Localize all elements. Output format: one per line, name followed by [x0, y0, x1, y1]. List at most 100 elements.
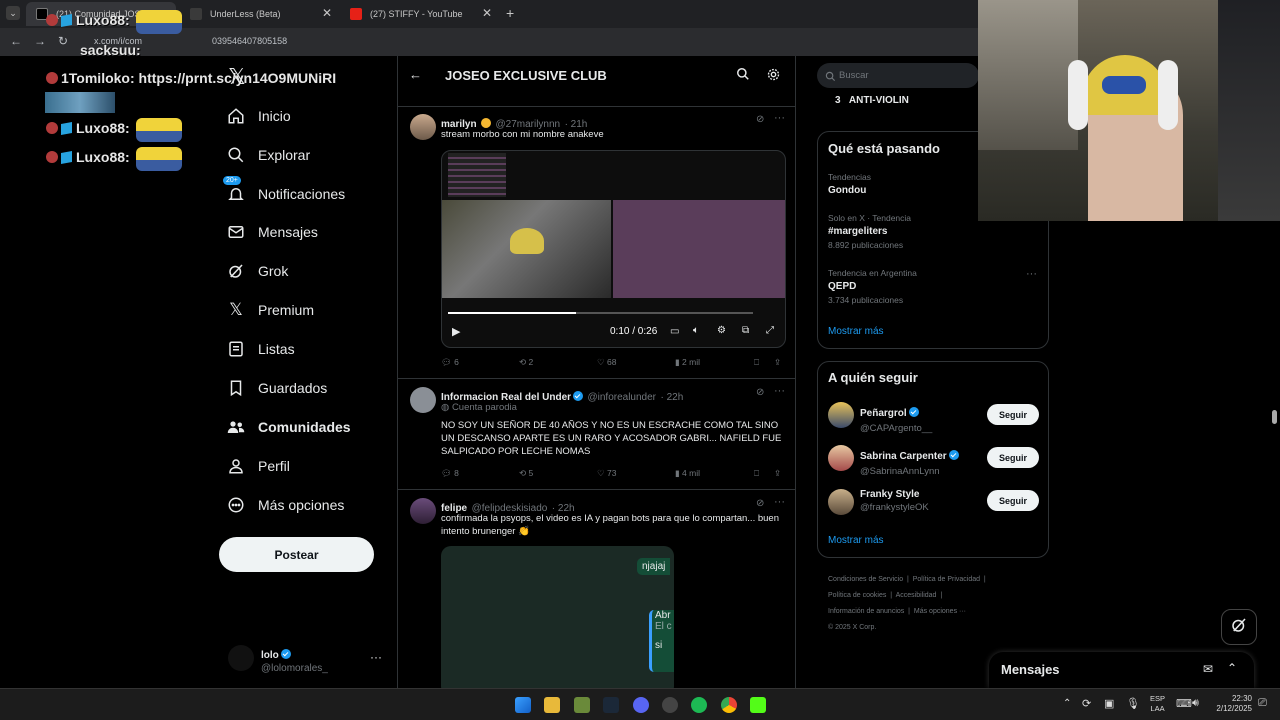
network-icon[interactable]: ⌨ — [1176, 697, 1192, 710]
footer-link[interactable]: Política de Privacidad — [913, 576, 980, 583]
nav-home[interactable]: Inicio — [226, 106, 291, 126]
avatar[interactable] — [410, 387, 436, 413]
forward-arrow-icon[interactable]: → — [34, 34, 46, 48]
settings-gear-icon[interactable]: ⚙ — [717, 325, 726, 336]
captions-icon[interactable]: ▭ — [670, 326, 679, 337]
search-icon[interactable] — [736, 67, 750, 86]
tweet-more-icon[interactable]: ··· — [774, 112, 785, 124]
volume-icon[interactable]: 🔊︎ — [1192, 697, 1199, 710]
avatar[interactable] — [410, 114, 436, 140]
follow-button[interactable]: Seguir — [987, 447, 1039, 468]
tweet-marilyn[interactable]: marilyn @27marilynnn · 21h ⊘ ··· stream … — [398, 108, 795, 378]
follow-suggestion[interactable]: Sabrina Carpenter @SabrinaAnnLynn — [860, 446, 959, 477]
close-tab-icon[interactable]: ✕ — [322, 6, 332, 20]
footer-link[interactable]: Más opciones ··· — [914, 608, 966, 615]
microphone-icon[interactable]: 🎙︎ — [1126, 697, 1140, 710]
avatar[interactable] — [410, 498, 436, 524]
follow-button[interactable]: Seguir — [987, 490, 1039, 511]
show-more-trends-link[interactable]: Mostrar más — [828, 326, 884, 337]
new-message-icon[interactable]: ✉ — [1203, 662, 1213, 676]
avatar[interactable] — [828, 489, 854, 515]
app-icon[interactable] — [574, 697, 590, 713]
bookmark-icon[interactable]: ⎕ — [754, 468, 759, 479]
follow-button[interactable]: Seguir — [987, 404, 1039, 425]
nav-notifications[interactable]: 20+ Notificaciones — [223, 176, 345, 204]
expand-chevron-icon[interactable]: ⌃ — [1227, 661, 1237, 675]
nav-more[interactable]: Más opciones — [226, 495, 344, 515]
spotify-icon[interactable] — [691, 697, 707, 713]
tweet-inforealunder[interactable]: Informacion Real del Under @inforealunde… — [398, 379, 795, 489]
back-arrow-icon[interactable]: ← — [409, 67, 422, 82]
trend-top-item[interactable]: 3 ANTI-VIOLIN — [835, 95, 909, 106]
nav-lists[interactable]: Listas — [226, 339, 295, 359]
search-input[interactable]: Buscar — [817, 63, 979, 88]
close-tab-icon[interactable]: ✕ — [482, 6, 492, 20]
clock[interactable]: 22:30 2/12/2025 — [1212, 694, 1252, 714]
views-button[interactable]: ▮ 2 mil — [675, 357, 700, 368]
follow-suggestion[interactable]: Franky Style @frankystyleOK — [860, 489, 929, 513]
play-icon[interactable]: ▶ — [452, 325, 460, 338]
x-logo-icon[interactable]: 𝕏 — [228, 64, 246, 90]
footer-link[interactable]: Información de anuncios — [828, 608, 904, 615]
file-explorer-icon[interactable] — [544, 697, 560, 713]
tray-app-icon[interactable]: ▣ — [1104, 697, 1114, 710]
tweet-felipe[interactable]: felipe @felipdeskisiado · 22h ⊘ ··· conf… — [398, 490, 795, 688]
trend-item[interactable]: Tendencia en Argentina QEPD 3.734 publicac… — [828, 268, 917, 305]
tweet-more-icon[interactable]: ··· — [774, 496, 785, 508]
tab-youtube[interactable]: (27) STIFFY - YouTube ✕ — [340, 2, 500, 26]
messages-drawer[interactable]: Mensajes ✉ ⌃ — [989, 652, 1254, 688]
grok-icon[interactable]: ⊘ — [756, 114, 764, 125]
trend-more-icon[interactable]: ··· — [1026, 268, 1037, 280]
nav-communities[interactable]: Comunidades — [226, 417, 351, 437]
obs-icon[interactable] — [662, 697, 678, 713]
nav-bookmarks[interactable]: Guardados — [226, 378, 327, 398]
avatar[interactable] — [828, 402, 854, 428]
grok-icon[interactable]: ⊘ — [756, 387, 764, 398]
back-arrow-icon[interactable]: ← — [10, 34, 22, 48]
trend-item[interactable]: Solo en X · Tendencia #margeliters 8.892 p… — [828, 213, 911, 250]
tab-underless[interactable]: UnderLess (Beta) ✕ — [180, 2, 340, 26]
grok-float-button[interactable] — [1221, 609, 1257, 645]
repost-button[interactable]: ⟲ 2 — [519, 357, 533, 368]
avatar[interactable] — [828, 445, 854, 471]
tab-search-icon[interactable]: ⌄ — [6, 6, 20, 20]
show-more-follow-link[interactable]: Mostrar más — [828, 535, 884, 546]
share-icon[interactable]: ⇪ — [774, 468, 781, 479]
like-button[interactable]: ♡ 68 — [597, 357, 616, 368]
tray-app-icon[interactable]: ⟳ — [1082, 697, 1091, 710]
tweet-image[interactable]: njajaj Abr El c si — [441, 546, 674, 688]
windows-start-icon[interactable] — [515, 697, 531, 713]
account-more-icon[interactable]: ··· — [370, 650, 382, 664]
kick-icon[interactable] — [750, 697, 766, 713]
pip-icon[interactable]: ⧉ — [742, 325, 749, 336]
fullscreen-icon[interactable]: ⤢ — [766, 325, 774, 336]
settings-gear-icon[interactable] — [766, 67, 781, 87]
tray-chevron-icon[interactable]: ⌃ — [1063, 698, 1071, 709]
share-icon[interactable]: ⇪ — [774, 357, 781, 368]
volume-icon[interactable]: 🔈︎ — [693, 325, 699, 336]
chrome-icon[interactable] — [721, 697, 737, 713]
new-tab-plus-icon[interactable]: + — [506, 5, 514, 21]
reply-button[interactable]: 💬︎ 8 — [441, 468, 459, 479]
views-button[interactable]: ▮ 4 mil — [675, 468, 700, 479]
video-progress-track[interactable] — [448, 312, 753, 314]
nav-messages[interactable]: Mensajes — [226, 222, 318, 242]
tweet-more-icon[interactable]: ··· — [774, 385, 785, 397]
bookmark-icon[interactable]: ⎕ — [754, 357, 759, 368]
post-button[interactable]: Postear — [219, 537, 374, 572]
reply-button[interactable]: 💬︎ 6 — [441, 357, 459, 368]
repost-button[interactable]: ⟲ 5 — [519, 468, 533, 479]
like-button[interactable]: ♡ 73 — [597, 468, 616, 479]
trend-item[interactable]: Tendencias Gondou — [828, 172, 871, 196]
nav-explore[interactable]: Explorar — [226, 145, 310, 165]
footer-link[interactable]: Condiciones de Servicio — [828, 576, 903, 583]
nav-grok[interactable]: Grok — [226, 261, 288, 281]
nav-premium[interactable]: 𝕏 Premium — [226, 300, 314, 320]
steam-icon[interactable] — [603, 697, 619, 713]
discord-icon[interactable] — [633, 697, 649, 713]
page-scrollbar-thumb[interactable] — [1272, 410, 1277, 424]
notification-center-icon[interactable]: ⎚ — [1258, 697, 1267, 710]
nav-profile[interactable]: Perfil — [226, 456, 290, 476]
language-indicator[interactable]: ESP LAA — [1150, 694, 1165, 714]
account-switcher[interactable]: lolo @lolomorales_ — [261, 645, 328, 674]
